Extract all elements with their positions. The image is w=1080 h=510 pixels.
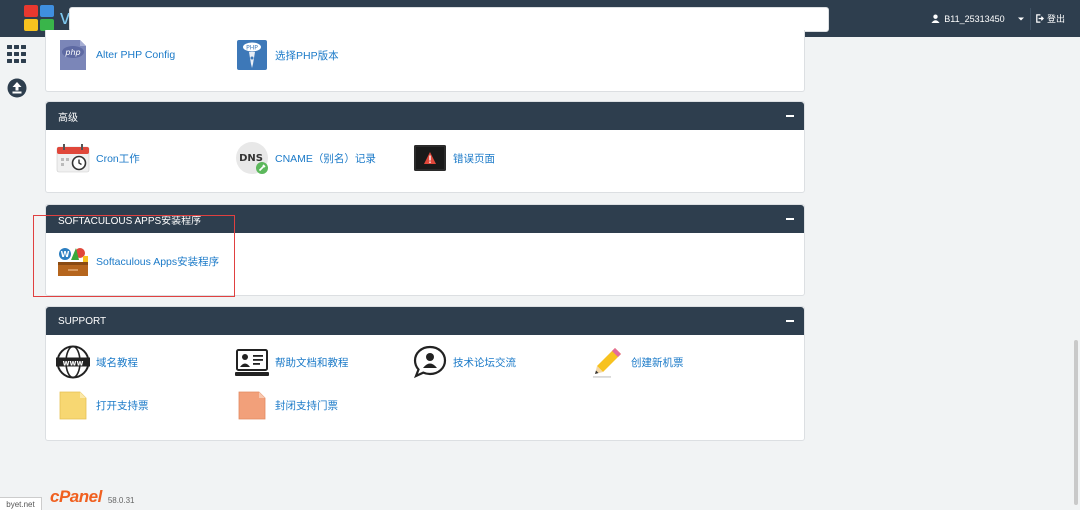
help-docs-icon: [235, 349, 269, 376]
highlight-box: [33, 215, 235, 297]
logout-icon: [1036, 14, 1044, 23]
cpanel-version: 58.0.31: [107, 496, 135, 505]
domain-tutorial-link[interactable]: www 域名教程: [56, 345, 138, 379]
create-ticket-link[interactable]: 创建新机票: [591, 345, 684, 379]
svg-text:DNS: DNS: [239, 153, 263, 164]
scrollbar[interactable]: [1074, 340, 1078, 505]
php-panel: php Alter PHP Config PHP 选择PHP版本: [45, 30, 805, 92]
logo-text: vistapanel: [60, 6, 829, 32]
advanced-panel-title: 高级: [58, 112, 78, 124]
logout-label: 登出: [1047, 14, 1066, 24]
alter-php-config-link[interactable]: php Alter PHP Config: [56, 38, 175, 72]
open-folder-icon: [59, 391, 87, 420]
support-panel-title: SUPPORT: [58, 315, 107, 327]
collapse-icon[interactable]: [786, 218, 794, 220]
closed-tickets-link[interactable]: 封闭支持门票: [235, 388, 338, 422]
advanced-panel-header[interactable]: 高级: [46, 102, 804, 130]
cron-calendar-icon: [56, 144, 90, 173]
logo-blocks-icon: [24, 5, 54, 31]
closed-tickets-label: 封闭支持门票: [275, 399, 338, 412]
forum-chat-icon: [413, 345, 447, 379]
tech-forum-label: 技术论坛交流: [453, 356, 516, 369]
support-panel: SUPPORT www 域名教程 帮助文档和教程 技术论坛交流 创建新机票 打开…: [45, 306, 805, 441]
caret-down-icon: [1017, 17, 1024, 20]
domain-tutorial-label: 域名教程: [96, 356, 138, 369]
php-version-icon: PHP: [237, 40, 267, 70]
cname-records-link[interactable]: DNS CNAME（别名）记录: [235, 141, 376, 175]
closed-folder-icon: [238, 391, 266, 420]
select-php-version-label: 选择PHP版本: [275, 49, 339, 62]
collapse-icon[interactable]: [786, 115, 794, 117]
advanced-panel: 高级 Cron工作 DNS CNAME（别名）记录 错误页面: [45, 101, 805, 193]
cron-jobs-link[interactable]: Cron工作: [56, 141, 140, 175]
grid-icon[interactable]: [7, 45, 27, 66]
upload-icon[interactable]: [7, 78, 27, 101]
username: B11_25313450: [944, 13, 1005, 24]
svg-text:php: php: [64, 48, 80, 57]
logo-text-panel: panel: [69, 6, 829, 32]
cron-jobs-label: Cron工作: [96, 152, 140, 165]
pencil-icon: [593, 348, 621, 378]
svg-text:PHP: PHP: [246, 45, 258, 52]
header-divider: [1030, 8, 1031, 30]
user-icon: [931, 14, 940, 23]
error-pages-link[interactable]: 错误页面: [413, 141, 495, 175]
vistapanel-logo[interactable]: vistapanel: [24, 5, 829, 32]
create-ticket-label: 创建新机票: [631, 356, 684, 369]
www-globe-icon: www: [56, 345, 90, 379]
support-panel-header[interactable]: SUPPORT: [46, 307, 804, 335]
collapse-icon[interactable]: [786, 320, 794, 322]
cname-records-label: CNAME（别名）记录: [275, 152, 376, 165]
host-badge: byet.net: [0, 497, 42, 510]
left-sidebar: [0, 37, 36, 510]
svg-text:www: www: [63, 358, 84, 367]
error-pages-label: 错误页面: [453, 152, 495, 165]
help-docs-label: 帮助文档和教程: [275, 356, 349, 369]
logout-button[interactable]: 登出: [1035, 0, 1075, 37]
open-tickets-link[interactable]: 打开支持票: [56, 388, 149, 422]
error-page-icon: [414, 145, 446, 171]
cpanel-logo[interactable]: cPanel: [50, 487, 102, 507]
user-menu[interactable]: B11_25313450: [930, 0, 1026, 37]
php-config-icon: php: [60, 40, 86, 70]
tech-forum-link[interactable]: 技术论坛交流: [413, 345, 516, 379]
open-tickets-label: 打开支持票: [96, 399, 149, 412]
dns-icon: DNS: [236, 142, 268, 174]
alter-php-config-label: Alter PHP Config: [96, 49, 176, 61]
cpanel-footer: cPanel 58.0.31: [50, 487, 135, 507]
help-docs-link[interactable]: 帮助文档和教程: [235, 345, 349, 379]
select-php-version-link[interactable]: PHP 选择PHP版本: [235, 38, 339, 72]
